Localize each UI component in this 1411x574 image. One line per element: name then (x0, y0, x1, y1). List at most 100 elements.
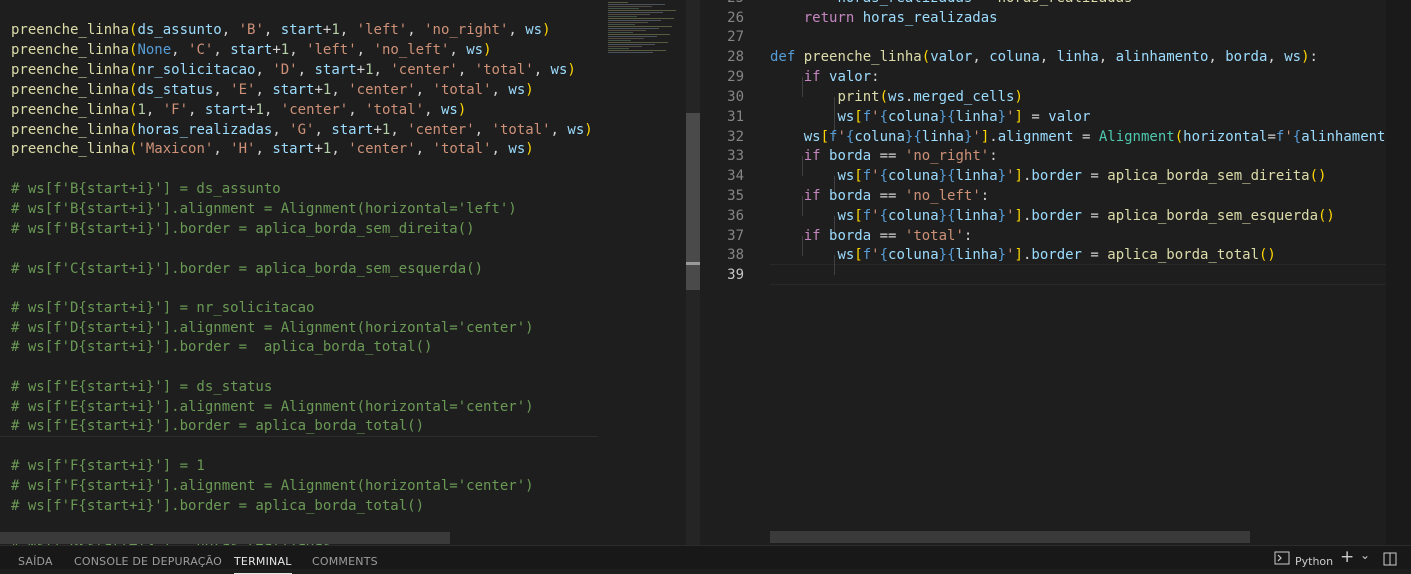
line-number: 35 (700, 186, 744, 206)
code-line[interactable]: # ws[f'D{start+i}'].alignment = Alignmen… (11, 318, 534, 338)
code-token: = (1082, 168, 1107, 184)
code-line[interactable]: # ws[f'D{start+i}'] = nr_solicitacao (11, 298, 314, 318)
code-token: ws (441, 102, 458, 118)
code-line[interactable]: # ws[f'E{start+i}'] = ds_status (11, 377, 272, 397)
code-line[interactable]: # ws[f'E{start+i}'].alignment = Alignmen… (11, 397, 534, 417)
line-number: 31 (700, 107, 744, 127)
code-token: return (804, 10, 855, 26)
code-token: ] (1015, 247, 1023, 263)
code-token: ws (837, 168, 854, 184)
code-line[interactable]: # ws[f'F{start+i}'].border = aplica_bord… (11, 496, 424, 516)
left-editor[interactable]: preenche_linha(ds_assunto, 'B', start+1,… (0, 0, 598, 545)
horizontal-scrollbar[interactable] (0, 532, 450, 544)
terminal-icon[interactable] (1274, 551, 1290, 568)
split-terminal-icon[interactable] (1383, 552, 1397, 569)
code-token: coluna (888, 208, 939, 224)
code-token (770, 148, 804, 164)
minimap-line (608, 26, 672, 27)
code-line[interactable]: ws[f'{coluna}{linha}'].border = aplica_b… (770, 166, 1326, 186)
code-token: nr_solicitacao (137, 62, 255, 78)
add-terminal-icon[interactable]: + (1340, 547, 1354, 567)
code-token: = (1267, 129, 1275, 145)
code-line[interactable]: # ws[f'E{start+i}'].border = aplica_bord… (11, 416, 424, 436)
code-token: border (1031, 168, 1082, 184)
code-token: ws (508, 141, 525, 157)
code-token: Alignment (1099, 129, 1175, 145)
code-token: ] (1015, 109, 1023, 125)
code-token: 'total' (365, 102, 424, 118)
code-token: ' (871, 208, 879, 224)
code-token: { (880, 109, 888, 125)
code-token: 'total' (433, 141, 492, 157)
right-editor[interactable]: 25 horas_realizadas = horas_realizadas26… (700, 0, 1411, 545)
code-token: ' (1006, 109, 1014, 125)
right-editor-scrollbar[interactable] (1386, 0, 1411, 545)
code-token: ws (508, 82, 525, 98)
code-line[interactable]: # ws[f'F{start+i}'] = 1 (11, 456, 205, 476)
tab-output[interactable]: SAÍDA (18, 555, 53, 568)
code-token: 'center' (390, 62, 457, 78)
minimap-line (608, 12, 663, 13)
code-token: 'center' (348, 82, 415, 98)
code-token: # ws[f'B{start+i}'] = ds_assunto (11, 181, 281, 197)
code-token: ws (837, 247, 854, 263)
code-line[interactable]: # ws[f'C{start+i}'].border = aplica_bord… (11, 259, 483, 279)
code-token: # ws[f'B{start+i}'].alignment = Alignmen… (11, 201, 517, 217)
tab-terminal[interactable]: TERMINAL (234, 555, 292, 568)
code-line[interactable]: if valor: (770, 67, 880, 87)
code-token (770, 168, 837, 184)
code-line[interactable]: ws[f'{coluna}{linha}'].border = aplica_b… (770, 245, 1276, 265)
code-line[interactable]: return horas_realizadas (770, 8, 998, 28)
code-token: start (314, 62, 356, 78)
code-line[interactable]: ws[f'{coluna}{linha}'].border = aplica_b… (770, 206, 1335, 226)
code-token (795, 49, 803, 65)
code-line[interactable]: preenche_linha(horas_realizadas, 'G', st… (11, 120, 593, 140)
code-line[interactable]: horas_realizadas = horas_realizadas (770, 0, 1132, 8)
code-line[interactable]: preenche_linha(nr_solicitacao, 'D', star… (11, 60, 576, 80)
code-token: # ws[f'E{start+i}'].border = aplica_bord… (11, 418, 424, 434)
code-token: 1 (365, 62, 373, 78)
code-token: 'no_left' (374, 42, 450, 58)
code-token: alignment (998, 129, 1074, 145)
code-token: ' (1006, 168, 1014, 184)
code-line[interactable]: preenche_linha('Maxicon', 'H', start+1, … (11, 139, 534, 159)
code-line[interactable]: print(ws.merged_cells) (770, 87, 1023, 107)
code-token: , (222, 22, 239, 38)
left-editor-scrollbar[interactable] (686, 0, 700, 545)
code-token: : (964, 228, 972, 244)
code-token: 'F' (163, 102, 188, 118)
code-line[interactable]: # ws[f'B{start+i}'].border = aplica_bord… (11, 219, 475, 239)
code-line[interactable]: preenche_linha(1, 'F', start+1, 'center'… (11, 100, 466, 120)
code-line[interactable]: if borda == 'no_left': (770, 186, 989, 206)
code-line[interactable]: # ws[f'B{start+i}'] = ds_assunto (11, 179, 281, 199)
code-token: , (390, 122, 407, 138)
code-token: start (331, 122, 373, 138)
code-token: linha (1057, 49, 1099, 65)
code-token: if (804, 188, 821, 204)
chevron-down-icon[interactable]: ⌄ (1360, 548, 1370, 562)
code-token: 'B' (239, 22, 264, 38)
code-line[interactable]: if borda == 'total': (770, 226, 972, 246)
horizontal-scrollbar[interactable] (770, 531, 1250, 543)
terminal-profile-label[interactable]: Python (1295, 555, 1333, 568)
code-token: { (880, 208, 888, 224)
minimap-line (608, 34, 670, 35)
code-line[interactable]: ws[f'{coluna}{linha}'] = valor (770, 107, 1090, 127)
code-token: ) (1014, 89, 1022, 105)
code-token: start (205, 102, 247, 118)
code-line[interactable]: # ws[f'B{start+i}'].alignment = Alignmen… (11, 199, 517, 219)
code-line[interactable]: # ws[f'D{start+i}'].border = aplica_bord… (11, 337, 432, 357)
code-token: , (1099, 49, 1116, 65)
code-line[interactable]: preenche_linha(None, 'C', start+1, 'left… (11, 40, 492, 60)
code-line[interactable]: preenche_linha(ds_status, 'E', start+1, … (11, 80, 534, 100)
code-line[interactable]: # ws[f'F{start+i}'].alignment = Alignmen… (11, 476, 534, 496)
code-line[interactable]: if borda == 'no_right': (770, 146, 998, 166)
tab-comments[interactable]: COMMENTS (312, 555, 378, 568)
code-token: , (340, 22, 357, 38)
code-line[interactable]: ws[f'{coluna}{linha}'].alignment = Align… (770, 127, 1411, 147)
code-line[interactable]: preenche_linha(ds_assunto, 'B', start+1,… (11, 20, 551, 40)
tab-debug-console[interactable]: CONSOLE DE DEPURAÇÃO (74, 555, 222, 568)
line-number: 38 (700, 245, 744, 265)
code-line[interactable]: def preenche_linha(valor, coluna, linha,… (770, 47, 1318, 67)
minimap[interactable] (598, 0, 686, 545)
